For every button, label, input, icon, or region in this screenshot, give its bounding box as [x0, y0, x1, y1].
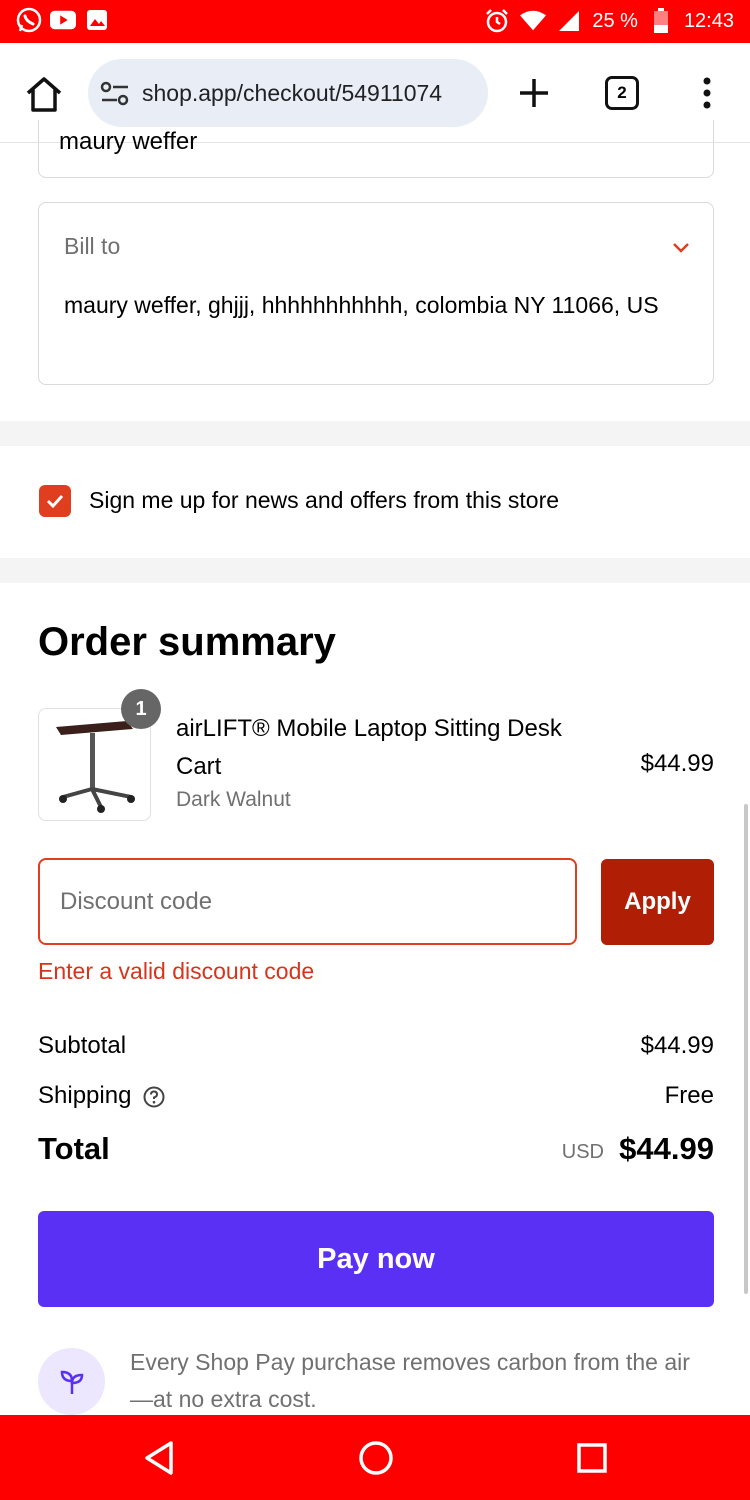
whatsapp-icon — [16, 7, 42, 33]
product-name: airLIFT® Mobile Laptop Sitting Desk Cart — [176, 715, 562, 780]
chevron-down-icon[interactable] — [671, 238, 691, 258]
bill-to-label: Bill to — [64, 233, 121, 259]
shipping-value: Free — [664, 1082, 714, 1109]
tab-count: 2 — [617, 83, 627, 102]
youtube-icon — [50, 7, 76, 33]
shipping-label: Shipping — [38, 1082, 132, 1109]
home-icon[interactable] — [22, 73, 66, 117]
section-divider — [0, 558, 750, 583]
bill-to-address: maury weffer, ghjjj, hhhhhhhhhhh, colomb… — [64, 292, 659, 318]
pay-now-button[interactable]: Pay now — [38, 1211, 714, 1307]
home-circle-icon[interactable] — [355, 1437, 397, 1479]
order-summary-title: Order summary — [38, 620, 336, 664]
battery-icon — [648, 8, 674, 34]
signal-icon — [556, 8, 582, 34]
subtotal-label: Subtotal — [38, 1032, 127, 1059]
discount-code-input[interactable] — [38, 858, 577, 945]
wifi-icon — [520, 8, 547, 34]
eco-note: Every Shop Pay purchase removes carbon f… — [130, 1349, 690, 1412]
scrollbar[interactable] — [744, 804, 748, 1294]
clock: 12:43 — [683, 9, 734, 32]
product-variant: Dark Walnut — [176, 788, 291, 811]
sprout-icon — [38, 1348, 105, 1415]
total-label: Total — [38, 1131, 110, 1166]
newsletter-label[interactable]: Sign me up for news and offers from this… — [89, 487, 559, 514]
back-icon[interactable] — [139, 1437, 181, 1479]
product-price: $44.99 — [640, 750, 714, 777]
recents-icon[interactable] — [571, 1437, 613, 1479]
site-settings-icon[interactable] — [100, 81, 130, 107]
section-divider — [0, 421, 750, 446]
battery-percent: 25 % — [592, 9, 638, 32]
system-nav-bar — [0, 1415, 750, 1500]
discount-error-message: Enter a valid discount code — [38, 958, 315, 984]
bill-to-card[interactable]: Bill to maury weffer, ghjjj, hhhhhhhhhhh… — [38, 202, 714, 385]
new-tab-icon[interactable] — [514, 73, 554, 113]
subtotal-value: $44.99 — [640, 1032, 714, 1059]
help-icon[interactable] — [143, 1086, 165, 1108]
more-options-icon[interactable] — [692, 73, 722, 113]
url-text: shop.app/checkout/54911074 — [142, 80, 443, 106]
address-bar[interactable]: shop.app/checkout/54911074 — [88, 59, 488, 127]
checkmark-icon — [46, 494, 64, 509]
status-bar: 25 % 12:43 — [0, 0, 750, 43]
ship-to-card[interactable]: maury weffer — [38, 120, 714, 178]
gallery-icon — [84, 7, 110, 33]
quantity-badge: 1 — [121, 689, 161, 729]
apply-discount-button[interactable]: Apply — [601, 859, 714, 945]
total-value: $44.99 — [619, 1131, 714, 1166]
alarm-icon — [484, 8, 510, 34]
tab-switcher-button[interactable]: 2 — [605, 76, 639, 110]
ship-to-name: maury weffer — [59, 128, 198, 155]
total-currency: USD — [561, 1141, 604, 1163]
newsletter-checkbox[interactable] — [39, 485, 71, 517]
